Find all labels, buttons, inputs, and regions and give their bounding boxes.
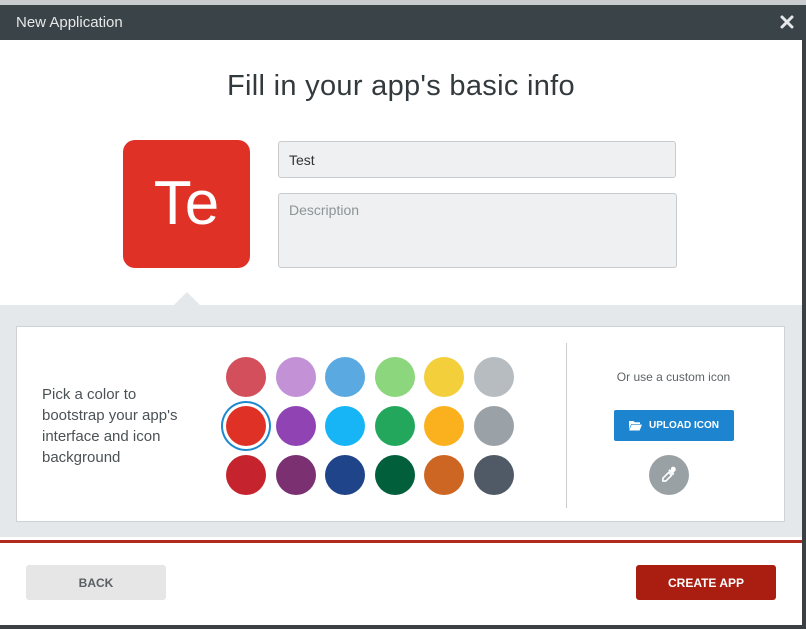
folder-open-icon bbox=[629, 421, 642, 431]
app-description-input[interactable] bbox=[278, 193, 677, 268]
app-name-input[interactable] bbox=[278, 141, 676, 178]
color-swatch[interactable] bbox=[424, 357, 464, 397]
color-swatch[interactable] bbox=[325, 357, 365, 397]
color-swatch[interactable] bbox=[275, 455, 316, 495]
color-swatch[interactable] bbox=[374, 357, 415, 397]
color-swatch[interactable] bbox=[325, 455, 365, 495]
color-swatch[interactable] bbox=[374, 406, 415, 446]
upload-icon-button[interactable]: UPLOAD ICON bbox=[614, 410, 734, 441]
color-swatch-selected[interactable] bbox=[226, 406, 266, 446]
panel-pointer bbox=[173, 292, 201, 306]
eyedropper-button[interactable] bbox=[649, 455, 689, 495]
color-swatch[interactable] bbox=[325, 406, 365, 446]
create-app-button[interactable]: CREATE APP bbox=[636, 565, 776, 600]
color-picker-prompt: Pick a color to bootstrap your app's int… bbox=[42, 386, 178, 466]
color-swatch[interactable] bbox=[226, 455, 266, 495]
window-titlebar: New Application bbox=[0, 5, 806, 40]
vertical-divider bbox=[566, 343, 567, 508]
color-options-panel: Pick a color to bootstrap your app's int… bbox=[16, 326, 785, 522]
color-swatch[interactable] bbox=[424, 406, 464, 446]
footer-accent-line bbox=[0, 540, 802, 543]
color-swatch[interactable] bbox=[473, 455, 514, 495]
new-application-dialog: Fill in your app's basic info Te Pick a … bbox=[0, 40, 802, 625]
color-swatch[interactable] bbox=[226, 357, 266, 397]
app-icon-preview: Te bbox=[123, 140, 250, 268]
color-swatch[interactable] bbox=[275, 406, 316, 446]
color-swatch[interactable] bbox=[424, 455, 464, 495]
page-title: Fill in your app's basic info bbox=[227, 70, 575, 102]
eyedropper-icon bbox=[662, 466, 676, 482]
color-swatch[interactable] bbox=[473, 357, 514, 397]
back-button[interactable]: BACK bbox=[26, 565, 166, 600]
close-icon[interactable] bbox=[778, 13, 796, 31]
color-swatch[interactable] bbox=[473, 406, 514, 446]
window-title: New Application bbox=[16, 14, 123, 31]
custom-icon-label: Or use a custom icon bbox=[616, 370, 731, 384]
upload-icon-label: UPLOAD ICON bbox=[649, 420, 719, 431]
color-swatch[interactable] bbox=[374, 455, 415, 495]
color-swatch[interactable] bbox=[275, 357, 316, 397]
